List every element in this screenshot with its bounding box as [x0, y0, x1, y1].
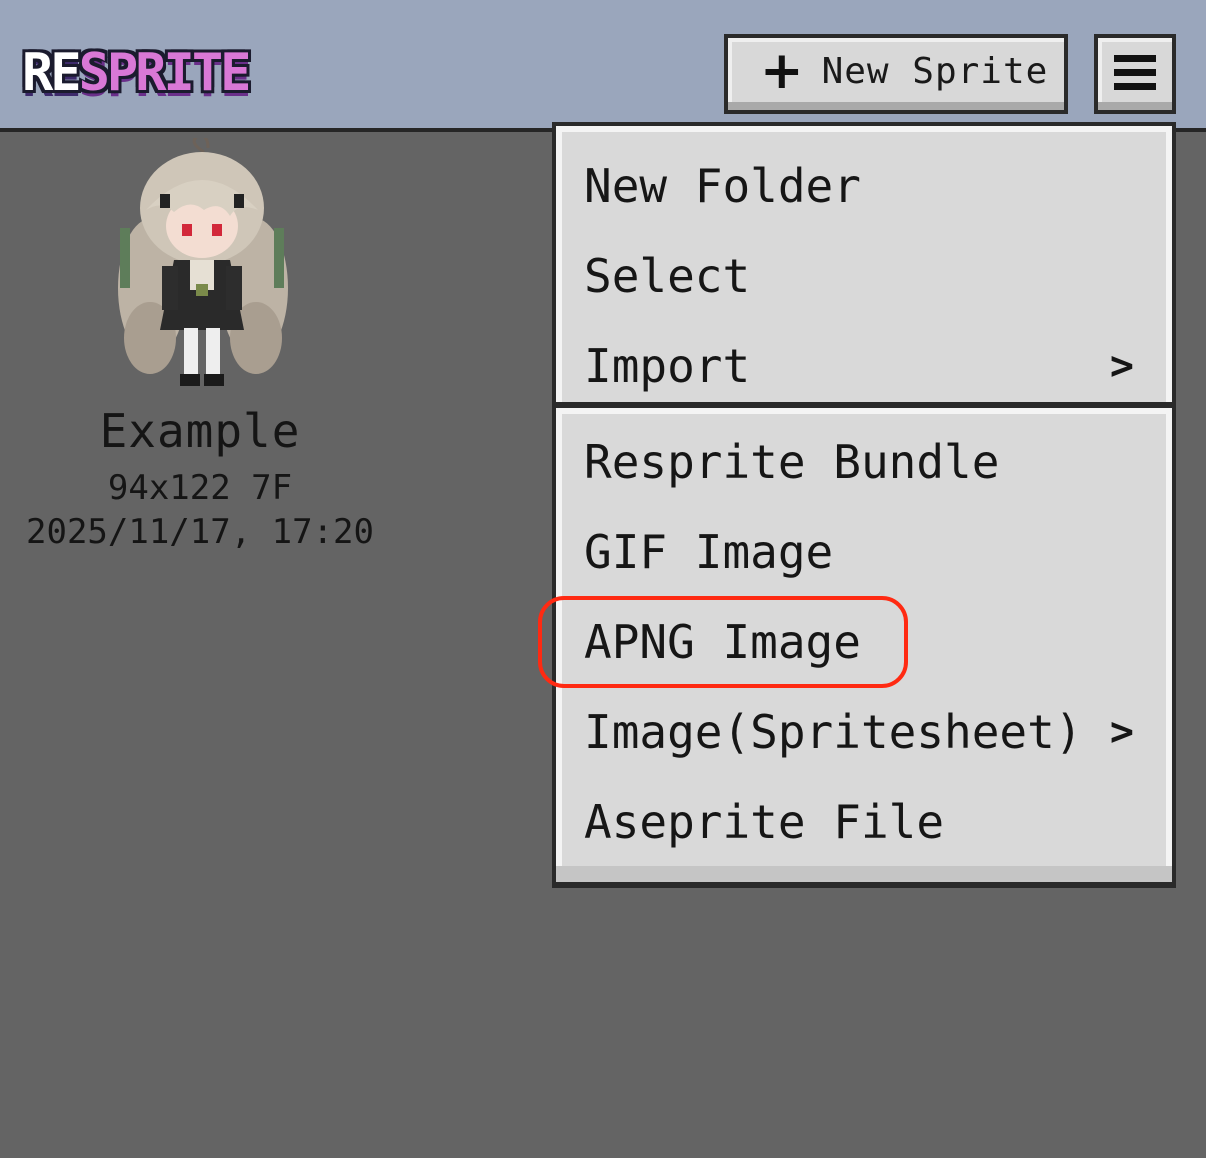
sprite-dimensions: 94x122 7F — [107, 468, 293, 508]
menu-item-aseprite-file[interactable]: Aseprite File — [584, 782, 1144, 862]
menu-item-image-spritesheet[interactable]: Image(Spritesheet) > — [584, 692, 1144, 772]
menu-item-label: GIF Image — [584, 525, 834, 579]
new-sprite-label: New Sprite — [821, 50, 1049, 92]
menu-item-select[interactable]: Select — [584, 236, 1144, 316]
menu-section-import-formats: Resprite Bundle GIF Image APNG Image Ima… — [556, 408, 1172, 882]
menu-footer-edge — [556, 866, 1172, 882]
chevron-right-icon: > — [1109, 709, 1134, 755]
sprite-meta: 94x122 7F 2025/11/17, 17:20 — [0, 466, 400, 554]
new-sprite-button[interactable]: + New Sprite — [724, 34, 1068, 114]
sprite-card[interactable]: Example 94x122 7F 2025/11/17, 17:20 — [0, 134, 400, 552]
dropdown-menu: New Folder Select Import > Resprite Bund… — [552, 122, 1176, 888]
logo-text-sprite: SPRITE — [78, 43, 252, 103]
menu-item-label: Aseprite File — [584, 795, 945, 849]
sprite-thumbnail[interactable] — [112, 134, 292, 400]
menu-item-label: Resprite Bundle — [584, 435, 1000, 489]
menu-item-new-folder[interactable]: New Folder — [584, 146, 1144, 226]
sprite-name: Example — [99, 404, 301, 458]
hamburger-menu-icon — [1114, 55, 1156, 62]
chibi-character-image — [118, 134, 288, 386]
app-root: RESPRITE + New Sprite Example 94x122 7F … — [0, 0, 1206, 1158]
menu-item-label: Select — [584, 249, 751, 303]
plus-icon: + — [760, 41, 804, 101]
menu-item-import[interactable]: Import > — [584, 326, 1144, 406]
logo-text-re: RE — [22, 43, 82, 103]
resprite-logo: RESPRITE — [22, 40, 252, 106]
top-bar: RESPRITE + New Sprite — [0, 0, 1206, 132]
hamburger-menu-icon — [1114, 83, 1156, 90]
sprite-modified-date: 2025/11/17, 17:20 — [26, 512, 374, 552]
hamburger-menu-icon — [1114, 69, 1156, 76]
menu-item-label: APNG Image — [584, 615, 861, 669]
menu-item-label: New Folder — [584, 159, 861, 213]
menu-item-label: Import — [584, 339, 751, 393]
menu-item-apng-image[interactable]: APNG Image — [584, 602, 1144, 682]
menu-section-actions: New Folder Select Import > — [556, 126, 1172, 402]
menu-item-resprite-bundle[interactable]: Resprite Bundle — [584, 422, 1144, 502]
chevron-right-icon: > — [1109, 343, 1134, 389]
hamburger-menu-button[interactable] — [1094, 34, 1176, 114]
menu-item-label: Image(Spritesheet) — [584, 705, 1083, 759]
menu-item-gif-image[interactable]: GIF Image — [584, 512, 1144, 592]
